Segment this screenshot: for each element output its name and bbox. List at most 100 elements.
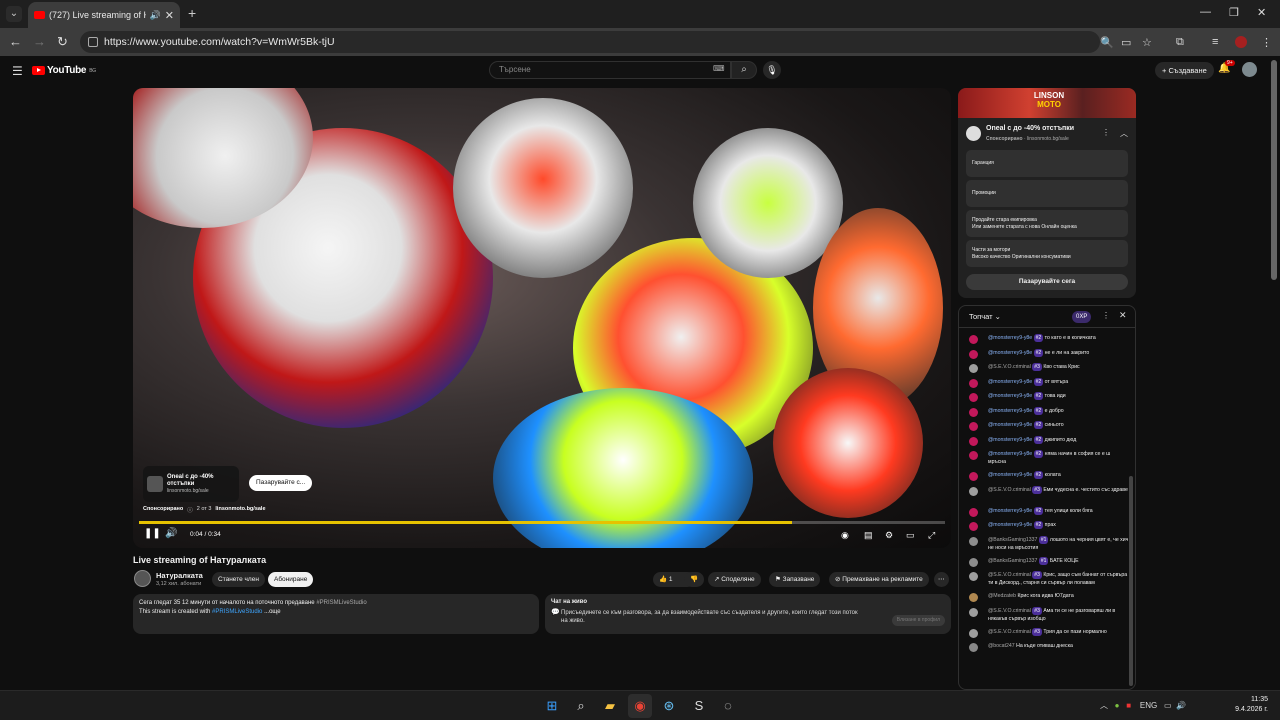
user-avatar[interactable] bbox=[1242, 62, 1257, 77]
youtube-logo[interactable]: YouTube BG bbox=[32, 65, 96, 76]
chat-message[interactable]: @monsterrey9-y8e #2 е добро bbox=[969, 406, 1129, 417]
chat-username[interactable]: @S.E.V.O.criminal bbox=[988, 629, 1031, 635]
autoplay-toggle-icon[interactable]: ◉ bbox=[841, 530, 849, 541]
ad-overlay-card[interactable]: Oneal с до -40% отстъпки linsonmoto.bg/s… bbox=[143, 466, 239, 502]
chat-user-avatar[interactable] bbox=[969, 349, 978, 359]
ad-row[interactable]: Части за мотори Високо качество Оригиналн… bbox=[966, 240, 1128, 267]
menu-icon[interactable]: ☰ bbox=[12, 64, 23, 78]
chat-user-avatar[interactable] bbox=[969, 364, 978, 373]
ad-row[interactable]: Продайте стара екипировка Или заменете ст… bbox=[966, 210, 1128, 237]
start-menu-icon[interactable]: ⊞ bbox=[543, 697, 561, 715]
join-button[interactable]: Станете член bbox=[212, 572, 265, 587]
search-button[interactable]: ⌕ bbox=[731, 61, 757, 79]
progress-bar[interactable] bbox=[139, 521, 945, 524]
chat-message[interactable]: @BanksGaming1337 #1 лошото на черния цвя… bbox=[969, 535, 1129, 552]
obs-icon[interactable]: ◌ bbox=[719, 697, 737, 715]
chat-username[interactable]: @monsterrey9-y8e bbox=[988, 422, 1032, 428]
desc-link[interactable]: #PRISMLiveStudio bbox=[212, 609, 262, 615]
more-actions-button[interactable]: ⋯ bbox=[934, 572, 949, 587]
chat-message[interactable]: @bocat247 На къде отиваш днеска bbox=[969, 642, 1129, 652]
chat-username[interactable]: @monsterrey9-y8e bbox=[988, 472, 1032, 478]
search-icon[interactable]: ⌕ bbox=[572, 697, 590, 715]
pause-icon[interactable]: ❚❚ bbox=[144, 528, 161, 539]
chat-username[interactable]: @monsterrey9-y8e bbox=[988, 393, 1032, 399]
language-indicator[interactable]: ENG bbox=[1140, 701, 1157, 710]
forward-icon[interactable]: → bbox=[33, 34, 46, 49]
steam-icon[interactable]: ⊛ bbox=[660, 697, 678, 715]
video-player[interactable]: Oneal с до -40% отстъпки linsonmoto.bg/s… bbox=[133, 88, 951, 548]
file-explorer-icon[interactable]: ▰ bbox=[601, 697, 619, 715]
chat-user-avatar[interactable] bbox=[969, 378, 978, 388]
new-tab-button[interactable]: + bbox=[188, 5, 196, 21]
browser-menu-icon[interactable]: ⋮ bbox=[1261, 36, 1272, 49]
sponsored-url[interactable]: linsonmoto.bg/sale bbox=[215, 506, 265, 514]
xp-badge[interactable]: 0XP bbox=[1072, 311, 1092, 323]
chat-username[interactable]: @BanksGaming1337 bbox=[988, 558, 1037, 564]
minimize-button[interactable]: — bbox=[1200, 6, 1211, 18]
voice-search-icon[interactable]: 🎙 bbox=[763, 61, 781, 79]
speaker-icon[interactable]: 🔊 bbox=[150, 10, 161, 21]
chat-username[interactable]: @monsterrey9-y8e bbox=[988, 379, 1032, 385]
chat-user-avatar[interactable] bbox=[969, 536, 978, 546]
chat-user-avatar[interactable] bbox=[969, 436, 978, 446]
channel-name[interactable]: Натуралката bbox=[156, 571, 203, 580]
chat-user-avatar[interactable] bbox=[969, 628, 978, 638]
settings-gear-icon[interactable]: ⚙ bbox=[885, 530, 893, 541]
tab-search-button[interactable]: ⌄ bbox=[6, 6, 22, 22]
chat-user-avatar[interactable] bbox=[969, 607, 978, 617]
close-tab-icon[interactable]: ✕ bbox=[165, 9, 174, 22]
chat-username[interactable]: @monsterrey9-y8e bbox=[988, 350, 1032, 356]
page-scrollbar[interactable] bbox=[1271, 60, 1277, 280]
chat-message[interactable]: @monsterrey9-y8e #2 колата bbox=[969, 471, 1129, 481]
chat-message[interactable]: @S.E.V.O.criminal #3 Крис, защо съм банн… bbox=[969, 571, 1129, 587]
chat-user-avatar[interactable] bbox=[969, 507, 978, 517]
network-icon[interactable]: ▭ bbox=[1164, 701, 1172, 710]
subtitles-icon[interactable]: ▤ bbox=[864, 530, 873, 541]
chat-message[interactable]: @S.E.V.O.criminal #3 Кво става Крис bbox=[969, 363, 1129, 373]
chat-user-avatar[interactable] bbox=[969, 486, 978, 496]
chat-mode-dropdown[interactable]: Топчат ⌄ bbox=[969, 312, 1001, 321]
create-button[interactable]: + Създаване bbox=[1155, 62, 1214, 79]
chat-message[interactable]: @monsterrey9-y8e #2 то като е в количкат… bbox=[969, 334, 1129, 344]
chat-message[interactable]: @BanksGaming1337 #1 БАТЕ КОЦЕ bbox=[969, 556, 1129, 567]
chat-user-avatar[interactable] bbox=[969, 572, 978, 581]
chat-username[interactable]: @monsterrey9-y8e bbox=[988, 451, 1032, 457]
site-info-icon[interactable] bbox=[88, 37, 98, 47]
tray-app-icon[interactable]: ● bbox=[1115, 701, 1120, 710]
reload-icon[interactable]: ↻ bbox=[57, 34, 68, 50]
chat-message[interactable]: @S.E.V.O.criminal #3 Еми чудесна е. чест… bbox=[969, 485, 1129, 496]
chat-user-avatar[interactable] bbox=[969, 522, 978, 531]
back-icon[interactable]: ← bbox=[9, 34, 22, 49]
chat-username[interactable]: @monsterrey9-y8e bbox=[988, 508, 1032, 514]
shop-now-button[interactable]: Пазарувайте сега bbox=[966, 274, 1128, 290]
desc-more[interactable]: ...още bbox=[264, 609, 281, 615]
channel-avatar[interactable] bbox=[134, 570, 151, 587]
description-box[interactable]: Сега гледат 35 12 минути от началото на … bbox=[133, 594, 539, 634]
chat-username[interactable]: @S.E.V.O.criminal bbox=[988, 487, 1031, 493]
fullscreen-icon[interactable]: ⤢ bbox=[928, 530, 935, 541]
chat-message[interactable]: @monsterrey9-y8e #2 тея улици коли бяга bbox=[969, 506, 1129, 517]
ad-row[interactable]: Гаранция bbox=[966, 150, 1128, 177]
cast-icon[interactable]: ▭ bbox=[1121, 36, 1131, 49]
save-button[interactable]: ⚑ Запазване bbox=[769, 572, 821, 587]
sign-in-button[interactable]: Влизане в профил bbox=[891, 615, 945, 626]
streamlabs-icon[interactable]: S bbox=[690, 697, 708, 715]
chat-message[interactable]: @monsterrey9-y8e #2 прах bbox=[969, 521, 1129, 531]
chat-message[interactable]: @monsterrey9-y8e #2 не е ли на закрито bbox=[969, 348, 1129, 359]
chat-user-avatar[interactable] bbox=[969, 557, 978, 567]
ad-banner[interactable]: LINSON MOTO bbox=[958, 88, 1136, 118]
tray-app-icon[interactable]: ■ bbox=[1126, 701, 1131, 710]
media-icon[interactable]: ≡ bbox=[1212, 36, 1218, 48]
chat-username[interactable]: @monsterrey9-y8e bbox=[988, 522, 1032, 528]
chat-username[interactable]: @S.E.V.O.criminal bbox=[988, 572, 1031, 578]
ad-panel-title[interactable]: Oneal с до -40% отстъпки bbox=[986, 125, 1074, 132]
info-icon[interactable]: ⓘ bbox=[187, 506, 193, 514]
share-button[interactable]: ↗ Споделяне bbox=[708, 572, 761, 587]
chat-username[interactable]: @BanksGaming1337 bbox=[988, 537, 1037, 543]
collapse-icon[interactable]: ︿ bbox=[1120, 128, 1128, 139]
volume-icon[interactable]: 🔊 bbox=[165, 528, 177, 539]
chat-message[interactable]: @monsterrey9-y8e #2 синьото bbox=[969, 421, 1129, 431]
bookmark-star-icon[interactable]: ☆ bbox=[1142, 36, 1152, 49]
chat-username[interactable]: @S.E.V.O.criminal bbox=[988, 364, 1031, 370]
close-window-button[interactable]: ✕ bbox=[1257, 6, 1266, 19]
